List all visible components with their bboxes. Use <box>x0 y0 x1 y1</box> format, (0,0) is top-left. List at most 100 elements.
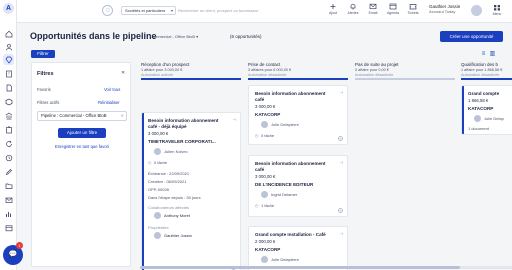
card-title: Besoin information abonnement café - déj… <box>148 118 219 129</box>
create-opportunity-button[interactable]: Créer une opportunité <box>440 31 503 42</box>
reset-filters-link[interactable]: Réinitialiser <box>98 100 120 105</box>
opportunity-card[interactable]: ⊣ Besoin information abonnement café 3 0… <box>248 155 348 217</box>
card-title: Besoin information abonnement café <box>255 161 326 172</box>
close-icon[interactable]: ✕ <box>121 70 125 76</box>
save-favorite-link[interactable]: Enregistrer en tant que favori <box>32 144 132 149</box>
opportunity-card[interactable]: ⊣ Grand compte Installation - Café 2 000… <box>248 226 348 270</box>
sidebar: A <box>0 0 17 270</box>
clipboard-icon[interactable] <box>3 124 14 135</box>
card-stage-duration: Dans l'étape depuis : 30 jours <box>148 195 201 200</box>
tickets-label: Tickets <box>407 11 419 15</box>
card-contact: Julie Delapierre <box>271 257 299 262</box>
email-label: Email <box>368 11 378 15</box>
email-button[interactable]: Email <box>363 2 383 20</box>
card-tasks: 0 tâche <box>261 133 275 138</box>
pin-icon[interactable]: ⊣ <box>340 90 343 95</box>
avatar[interactable] <box>471 5 482 16</box>
card-amount: 2 000,00 € <box>255 239 276 244</box>
avatar <box>261 121 268 128</box>
scrollbar-thumb[interactable] <box>140 266 460 269</box>
scope-select[interactable]: Sociétés et particuliers ▾ <box>121 6 176 15</box>
opportunity-card[interactable]: ⊣ Besoin information abonnement café 3 0… <box>248 85 348 145</box>
box-icon[interactable] <box>3 96 14 107</box>
building-icon[interactable] <box>3 68 14 79</box>
grid-icon <box>494 5 500 11</box>
active-filters-label: Filtres actifs <box>37 100 60 105</box>
opportunity-card[interactable]: ⊣ Besoin information abonnement café - d… <box>141 112 241 270</box>
view-toggle: ≡ ▥ <box>480 51 504 58</box>
card-echeance: Échéance : 22/09/2021 <box>148 171 190 176</box>
column-summary: 0 affaire pour 0,00 € <box>355 68 389 72</box>
collaborators-label: Collaborateurs affectés <box>148 205 190 210</box>
column-title: Pas de suite au projet <box>355 62 399 67</box>
tickets-button[interactable]: Tickets <box>403 2 423 20</box>
owner-name: Gauthier Jossin <box>164 233 192 238</box>
horizontal-scrollbar[interactable] <box>140 266 512 269</box>
alerts-button[interactable]: Alertes <box>343 2 363 20</box>
column-progress-bar <box>461 78 512 80</box>
card-company: DE L'INCIDENCE EDITEUR <box>255 182 314 187</box>
clock-icon[interactable] <box>3 152 14 163</box>
card-creation: Création : 06/09/2021 <box>148 179 187 184</box>
pipeline-column: Pas de suite au projet 0 affaire pour 0,… <box>355 62 455 270</box>
add-button[interactable]: Ajout <box>323 2 343 20</box>
add-label: Ajout <box>329 11 337 15</box>
pin-icon[interactable]: ⊣ <box>233 117 236 122</box>
filter-button[interactable]: Filtrer <box>31 50 55 58</box>
column-progress-bar <box>355 78 455 80</box>
card-tasks: 0 tâche <box>154 160 168 165</box>
task-icon: ◴ <box>255 133 259 138</box>
avatar <box>261 191 268 198</box>
card-accent <box>462 86 464 134</box>
active-filter-chip[interactable]: Pipeline : Commercial - Office BtoB ✕ <box>37 111 127 121</box>
search-input[interactable] <box>178 6 273 15</box>
list-view-icon[interactable]: ≡ <box>480 51 487 58</box>
pin-icon[interactable]: ⊣ <box>340 160 343 165</box>
pipeline-column: Qualification des b 1 affaire pour 1 866… <box>461 62 512 270</box>
folder-icon[interactable] <box>3 180 14 191</box>
add-icon[interactable]: + <box>338 136 343 141</box>
home-icon[interactable] <box>3 28 14 39</box>
card-company: KATACORP <box>255 247 281 252</box>
column-summary: 1 affaire pour 3 000,00 € <box>141 68 183 72</box>
chart-icon[interactable] <box>3 208 14 219</box>
kanban-view-icon[interactable]: ▥ <box>489 51 496 58</box>
pipeline-filter-tag[interactable]: Commercial - Office BtoB ▾ <box>150 34 198 39</box>
diamond-icon[interactable] <box>3 54 14 65</box>
alerts-label: Alertes <box>347 11 359 15</box>
ticket-icon <box>409 3 417 10</box>
mail-icon[interactable] <box>3 194 14 205</box>
column-summary: 1 affaire pour 1 866,58 € <box>461 68 503 72</box>
chat-icon: 💬 <box>8 251 18 258</box>
card-company: KATACORP <box>255 112 281 117</box>
logo-circle-icon[interactable]: ◌ <box>102 5 113 16</box>
card-contact: Julien Kolvec <box>164 149 188 154</box>
menu-button[interactable]: Menu <box>490 3 504 19</box>
mail-icon <box>369 3 377 10</box>
column-automation: Automation désactivée <box>248 73 287 77</box>
document-icon[interactable] <box>3 82 14 93</box>
pencil-icon[interactable] <box>3 166 14 177</box>
plus-icon <box>329 3 337 10</box>
task-icon: ◴ <box>148 160 152 165</box>
opportunity-card[interactable]: Grand compte 1 866,58 € KATACORP Julie D… <box>461 85 512 135</box>
card-documents: 1 document <box>468 126 489 131</box>
remove-filter-icon[interactable]: ✕ <box>120 112 124 120</box>
agenda-button[interactable]: Agenda <box>383 2 403 20</box>
bank-icon[interactable] <box>3 110 14 121</box>
card-contact: Ingrid Delamer <box>271 192 298 197</box>
user-icon[interactable] <box>3 41 14 52</box>
app-logo[interactable]: A <box>3 3 14 14</box>
refresh-icon[interactable] <box>3 138 14 149</box>
add-icon[interactable]: + <box>338 208 343 213</box>
pin-icon[interactable]: ⊣ <box>340 231 343 236</box>
see-all-favorites-link[interactable]: Voir tous <box>104 87 120 92</box>
card-title: Grand compte <box>468 91 500 96</box>
column-progress-bar <box>141 78 241 80</box>
card-contact: Julie Delapierre <box>271 122 299 127</box>
add-filter-button[interactable]: Ajouter un filtre <box>58 128 106 138</box>
column-title: Qualification des b <box>461 62 499 67</box>
card-reference: OPP-00028 <box>148 187 169 192</box>
task-icon: ◴ <box>255 203 259 208</box>
calendar-icon[interactable] <box>3 222 14 233</box>
